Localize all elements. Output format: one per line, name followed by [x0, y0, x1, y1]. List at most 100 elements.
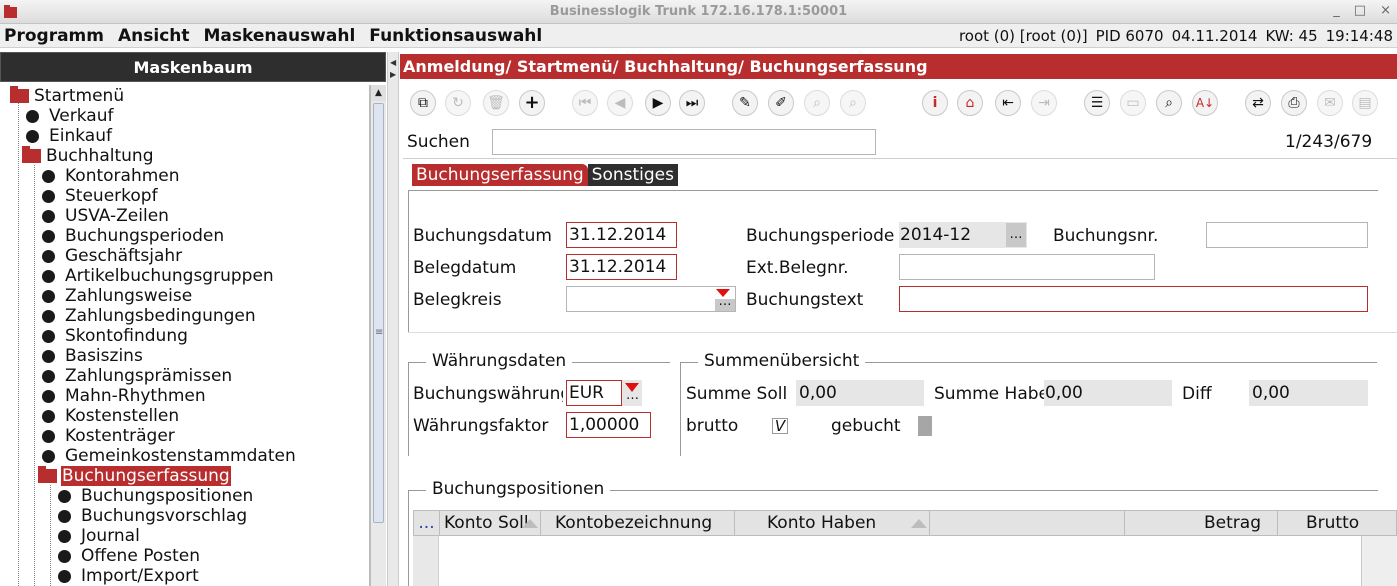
tree-item-kontorahmen[interactable]: Kontorahmen: [42, 166, 181, 186]
close-button[interactable]: ×: [1380, 3, 1391, 18]
print-icon[interactable]: ⎙: [1281, 90, 1307, 116]
brutto-checkbox[interactable]: V: [772, 418, 788, 434]
waehrungsfaktor-field[interactable]: 1,00000: [566, 412, 651, 438]
last-record-icon[interactable]: ⏭: [679, 90, 705, 116]
tree-item-offene-posten[interactable]: Offene Posten: [58, 546, 201, 566]
tree-item-startmenü[interactable]: Startmenü: [10, 86, 125, 106]
tree-item-usva-zeilen[interactable]: USVA-Zeilen: [42, 206, 170, 226]
menu-ansicht[interactable]: Ansicht: [118, 26, 190, 46]
tree-item-basiszins[interactable]: Basiszins: [42, 346, 144, 366]
pane-splitter[interactable]: ◀ ▶: [387, 52, 399, 586]
tree-item-buchhaltung[interactable]: Buchhaltung: [22, 146, 154, 166]
ellipsis-icon[interactable]: …: [1006, 223, 1026, 247]
previous-record-icon[interactable]: ◀: [607, 90, 633, 116]
belegkreis-select[interactable]: …: [566, 286, 736, 312]
summenuebersicht-title: Summenübersicht: [698, 351, 866, 371]
tree-item-buchungserfassung[interactable]: Buchungserfassung: [38, 466, 231, 486]
edit-icon[interactable]: ✎: [732, 90, 758, 116]
column-empty[interactable]: [930, 511, 1125, 535]
search-input[interactable]: [492, 129, 876, 155]
waehrungsfaktor-label: Währungsfaktor: [413, 416, 549, 436]
menu-funktionsauswahl[interactable]: Funktionsauswahl: [369, 26, 542, 46]
tree-scrollbar[interactable]: ▲ ≡: [370, 85, 386, 586]
menu-programm[interactable]: Programm: [4, 26, 104, 46]
row-header-button[interactable]: ...: [414, 511, 440, 535]
bullet-icon: [26, 109, 39, 123]
tree-item-journal[interactable]: Journal: [58, 526, 141, 546]
tree-item-einkauf[interactable]: Einkauf: [26, 126, 113, 146]
table-body[interactable]: [413, 536, 1361, 586]
ext-belegnr-field[interactable]: [899, 254, 1155, 280]
collapse-right-icon[interactable]: ▶: [390, 70, 396, 79]
search-edit-icon[interactable]: ⌕: [804, 90, 830, 116]
edit-pick-icon[interactable]: ✐: [768, 90, 794, 116]
buchungstext-field[interactable]: [899, 286, 1368, 312]
tree-item-skontofindung[interactable]: Skontofindung: [42, 326, 189, 346]
maximize-button[interactable]: □: [1354, 3, 1366, 18]
tree-item-gemeinkostenstammdaten[interactable]: Gemeinkostenstammdaten: [42, 446, 297, 466]
column-konto-haben[interactable]: Konto Haben: [735, 511, 930, 535]
info-icon[interactable]: i: [922, 90, 948, 116]
buchungsdatum-field[interactable]: 31.12.2014: [566, 222, 677, 248]
list-icon[interactable]: ☰: [1084, 90, 1110, 116]
tree-item-label: Verkauf: [49, 106, 114, 126]
tree-item-buchungsvorschlag[interactable]: Buchungsvorschlag: [58, 506, 248, 526]
next-record-icon[interactable]: ▶: [645, 90, 671, 116]
column-brutto[interactable]: Brutto: [1278, 511, 1396, 535]
tree-item-buchungspositionen[interactable]: Buchungspositionen: [58, 486, 254, 506]
sort-icon[interactable]: A↓: [1192, 90, 1218, 116]
tree-item-mahn-rhythmen[interactable]: Mahn-Rhythmen: [42, 386, 207, 406]
first-record-icon[interactable]: ⏮: [572, 90, 598, 116]
tab-buchungserfassung[interactable]: Buchungserfassung: [412, 164, 588, 186]
scrollbar-thumb[interactable]: [373, 103, 384, 523]
buchungsperiode-value: 2014-12: [900, 225, 972, 245]
import-icon[interactable]: ⇤: [995, 90, 1021, 116]
tree-item-steuerkopf[interactable]: Steuerkopf: [42, 186, 159, 206]
window-title: Businesslogik Trunk 172.16.178.1:50001: [549, 4, 848, 19]
summe-soll-field: 0,00: [796, 380, 924, 406]
tree-item-kostenstellen[interactable]: Kostenstellen: [42, 406, 180, 426]
tree-item-kostenträger[interactable]: Kostenträger: [42, 426, 176, 446]
tree-item-import-export[interactable]: Import/Export: [58, 566, 200, 586]
tree-item-geschäftsjahr[interactable]: Geschäftsjahr: [42, 246, 183, 266]
buchungsnr-field[interactable]: [1206, 222, 1368, 248]
tree-item-verkauf[interactable]: Verkauf: [26, 106, 114, 126]
export-icon[interactable]: ⇥: [1031, 90, 1057, 116]
tree-item-label: USVA-Zeilen: [65, 206, 169, 226]
tree-item-zahlungsprämissen[interactable]: Zahlungsprämissen: [42, 366, 233, 386]
search-edit-2-icon[interactable]: ⌕: [840, 90, 866, 116]
table-scrollbar[interactable]: [1361, 536, 1397, 586]
summe-soll-label: Summe Soll: [686, 384, 788, 404]
column-kontobezeichnung[interactable]: Kontobezeichnung: [541, 511, 735, 535]
window-icon[interactable]: ▭: [1120, 90, 1146, 116]
tab-sonstiges[interactable]: Sonstiges: [587, 164, 678, 186]
grip-icon: ≡: [375, 327, 384, 338]
buchungswaehrung-field[interactable]: EUR: [566, 380, 622, 406]
collapse-left-icon[interactable]: ◀: [390, 58, 396, 67]
search-icon[interactable]: ⌕: [1156, 90, 1182, 116]
bullet-icon: [42, 249, 55, 263]
minimize-button[interactable]: _: [1333, 3, 1340, 18]
ellipsis-icon[interactable]: …: [626, 388, 639, 403]
buchungsperiode-field[interactable]: 2014-12 …: [899, 222, 1027, 248]
swap-icon[interactable]: ⇄: [1245, 90, 1271, 116]
report-icon[interactable]: ▤: [1352, 90, 1378, 116]
refresh-icon[interactable]: ↻: [445, 90, 471, 116]
home-icon[interactable]: ⌂: [957, 90, 983, 116]
tree-item-zahlungsweise[interactable]: Zahlungsweise: [42, 286, 193, 306]
menu-maskenauswahl[interactable]: Maskenauswahl: [204, 26, 356, 46]
bullet-icon: [42, 369, 55, 383]
copy-icon[interactable]: ⧉: [410, 90, 436, 116]
tree-item-buchungsperioden[interactable]: Buchungsperioden: [42, 226, 225, 246]
scroll-up-icon[interactable]: ▲: [371, 85, 386, 101]
document-icon[interactable]: ✉: [1317, 90, 1343, 116]
delete-icon[interactable]: 🗑: [483, 90, 509, 116]
waehrung-picker[interactable]: …: [622, 380, 642, 406]
breadcrumb: Anmeldung/ Startmenü/ Buchhaltung/ Buchu…: [400, 54, 1397, 79]
add-icon[interactable]: +: [519, 90, 545, 116]
tree-item-zahlungsbedingungen[interactable]: Zahlungsbedingungen: [42, 306, 257, 326]
ellipsis-icon[interactable]: …: [715, 295, 735, 311]
column-betrag[interactable]: Betrag: [1125, 511, 1278, 535]
tree-item-artikelbuchungsgruppen[interactable]: Artikelbuchungsgruppen: [42, 266, 275, 286]
belegdatum-field[interactable]: 31.12.2014: [566, 254, 677, 280]
